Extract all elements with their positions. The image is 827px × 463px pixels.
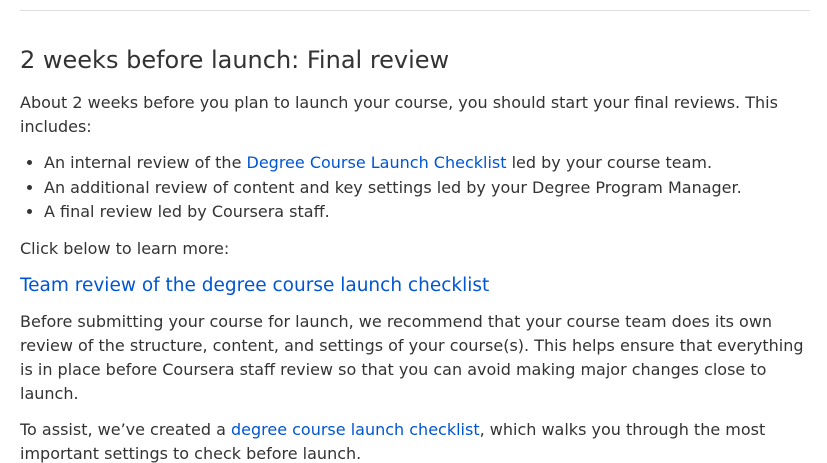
article-content: 2 weeks before launch: Final review Abou… [20,44,810,463]
list-item: An internal review of the Degree Course … [44,151,810,176]
body-paragraph: Before submitting your course for launch… [20,311,804,403]
review-list: An internal review of the Degree Course … [20,151,810,225]
list-item-text: An internal review of the [44,153,247,172]
assist-paragraph: To assist, we’ve created a degree course… [20,418,810,463]
team-review-link[interactable]: Team review of the degree course launch … [20,273,810,299]
list-item: A final review led by Coursera staff. [44,200,810,225]
list-item: An additional review of content and key … [44,176,810,201]
click-below-text: Click below to learn more: [20,238,230,258]
checklist-link[interactable]: degree course launch checklist [231,420,480,439]
top-divider [20,10,810,11]
list-item-text: led by your course team. [506,153,713,172]
intro-paragraph: About 2 weeks before you plan to launch … [20,93,778,136]
assist-text: To assist, we’ve created a [20,419,231,439]
degree-course-launch-checklist-link[interactable]: Degree Course Launch Checklist [247,153,507,172]
section-heading: 2 weeks before launch: Final review [20,46,450,74]
